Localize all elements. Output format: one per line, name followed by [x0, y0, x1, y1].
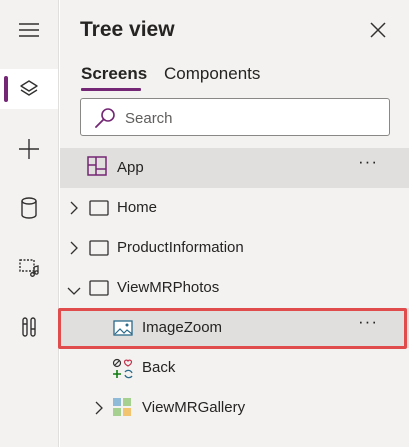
chevron-down-icon[interactable] — [67, 283, 81, 301]
close-icon[interactable] — [366, 18, 390, 42]
icon-control-icon — [112, 358, 134, 385]
tree-row-label: ViewMRPhotos — [117, 279, 220, 296]
tab-screens[interactable]: Screens — [81, 64, 147, 84]
tree-row-label: Home — [117, 199, 158, 216]
tree-row-viewmrphotos[interactable]: ViewMRPhotos — [60, 268, 409, 308]
tree-row-app[interactable]: App ··· — [60, 148, 409, 188]
tree-row-home[interactable]: Home — [60, 188, 409, 228]
tree-view-panel: Tree view Screens Components Search App … — [60, 0, 409, 447]
more-options-button[interactable]: ··· — [358, 312, 378, 332]
chevron-right-icon[interactable] — [69, 241, 79, 260]
advanced-tools-icon[interactable] — [0, 307, 58, 347]
insert-plus-icon[interactable] — [0, 129, 58, 169]
gallery-icon — [112, 397, 132, 422]
tree-row-label: Back — [142, 359, 176, 376]
tree-row-label: App — [117, 159, 144, 176]
data-cylinder-icon[interactable] — [0, 188, 58, 228]
tree-row-back[interactable]: Back — [60, 348, 409, 388]
app-icon — [87, 156, 107, 181]
search-placeholder: Search — [125, 110, 173, 127]
search-icon — [94, 108, 116, 133]
media-icon[interactable] — [0, 247, 58, 287]
tree-row-label: ViewMRGallery — [142, 399, 246, 416]
tree-row-label: ProductInformation — [117, 239, 244, 256]
tree-row-productinformation[interactable]: ProductInformation — [60, 228, 409, 268]
chevron-right-icon[interactable] — [94, 401, 104, 420]
more-options-button[interactable]: ··· — [358, 152, 378, 172]
tab-selected-underline — [81, 88, 141, 91]
screen-icon — [89, 240, 109, 261]
panel-title: Tree view — [80, 18, 175, 41]
tree-row-viewmrgallery[interactable]: ViewMRGallery — [60, 388, 409, 428]
tree-row-label: ImageZoom — [142, 319, 223, 336]
active-indicator — [4, 76, 8, 102]
image-icon — [113, 320, 133, 341]
hamburger-menu-icon[interactable] — [0, 10, 58, 50]
screen-icon — [89, 280, 109, 301]
chevron-right-icon[interactable] — [69, 201, 79, 220]
tab-components[interactable]: Components — [164, 64, 260, 84]
left-rail — [0, 0, 59, 447]
tree-view-layers-icon[interactable] — [0, 69, 58, 109]
tree-row-imagezoom[interactable]: ImageZoom ··· — [60, 308, 409, 348]
screen-icon — [89, 200, 109, 221]
search-input[interactable]: Search — [80, 98, 390, 136]
